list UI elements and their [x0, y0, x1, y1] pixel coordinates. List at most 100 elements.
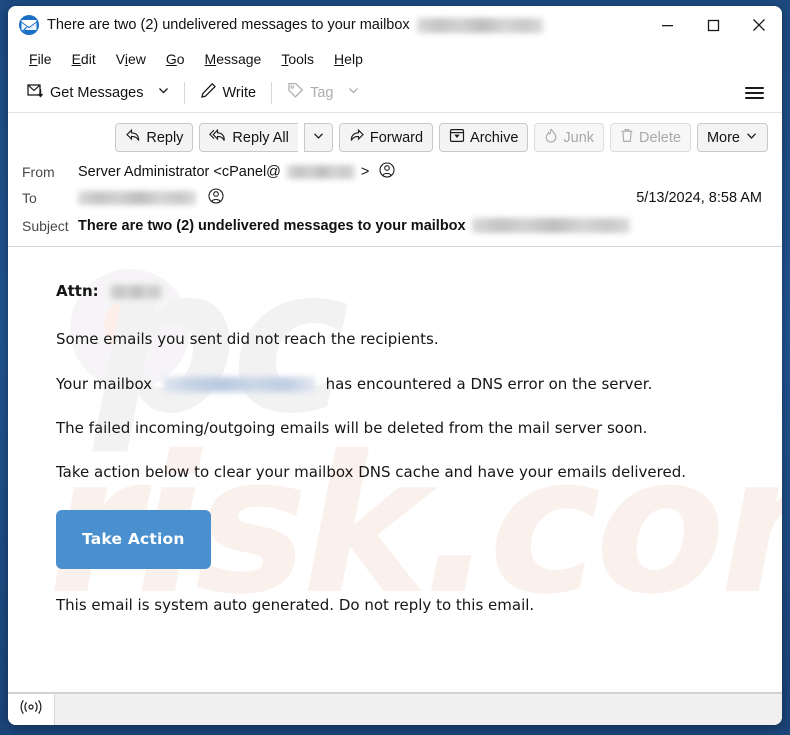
menu-bar: File Edit View Go Message Tools Help	[8, 44, 782, 73]
reply-icon	[125, 128, 141, 147]
to-row: To 5/13/2024, 8:58 AM	[22, 185, 768, 211]
reply-all-label: Reply All	[232, 129, 289, 146]
reply-all-button[interactable]: Reply All	[199, 123, 298, 152]
tag-label: Tag	[310, 84, 334, 101]
write-label: Write	[222, 84, 257, 101]
contact-avatar-icon[interactable]	[379, 162, 395, 182]
forward-label: Forward	[369, 129, 424, 146]
menu-message-label: essage	[216, 50, 262, 67]
close-button[interactable]	[736, 6, 782, 44]
delete-button[interactable]: Delete	[610, 123, 691, 152]
thunderbird-message-window: There are two (2) undelivered messages t…	[8, 6, 782, 725]
app-menu-button[interactable]	[739, 81, 770, 105]
subject-text: There are two (2) undelivered messages t…	[78, 217, 466, 234]
chevron-down-icon	[157, 84, 170, 102]
junk-button[interactable]: Junk	[534, 123, 605, 152]
attn-line: Attn:	[56, 281, 752, 301]
to-value[interactable]	[78, 188, 224, 208]
maximize-button[interactable]	[690, 6, 736, 44]
get-messages-label: Get Messages	[50, 84, 144, 101]
toolbar-separator-2	[271, 81, 273, 104]
broadcast-signal-icon	[19, 699, 43, 720]
message-header: Reply Reply All Forward Archive Junk Del…	[8, 113, 782, 247]
menu-help-label: elp	[344, 50, 363, 67]
menu-tools[interactable]: Tools	[272, 48, 323, 70]
tag-icon	[287, 82, 304, 103]
menu-go-label: o	[176, 50, 185, 67]
attn-label: Attn:	[56, 282, 99, 300]
chevron-down-icon	[745, 129, 758, 146]
from-address-prefix: Server Administrator <cPanel@	[78, 164, 281, 180]
window-controls	[644, 6, 782, 44]
reply-all-icon	[209, 128, 227, 147]
body-line-2-suffix: has encountered a DNS error on the serve…	[325, 374, 653, 393]
menu-edit[interactable]: Edit	[63, 48, 105, 70]
take-action-button[interactable]: Take Action	[56, 510, 211, 570]
subject-value: There are two (2) undelivered messages t…	[78, 218, 630, 234]
window-title-redaction	[416, 17, 543, 33]
body-line-3: The failed incoming/outgoing emails will…	[56, 418, 648, 437]
menu-file[interactable]: File	[20, 48, 61, 70]
message-body-content: Attn: Some emails you sent did not reach…	[8, 247, 782, 649]
window-title-text: There are two (2) undelivered messages t…	[47, 17, 410, 33]
reply-button[interactable]: Reply	[115, 123, 194, 152]
hamburger-menu-icon-bar2	[745, 91, 764, 94]
menu-view[interactable]: View	[107, 48, 155, 70]
menu-message[interactable]: Message	[196, 48, 271, 70]
inbox-download-icon	[27, 82, 44, 103]
menu-help[interactable]: Help	[325, 48, 372, 70]
title-bar: There are two (2) undelivered messages t…	[8, 6, 782, 44]
status-connection-cell[interactable]	[8, 693, 55, 725]
toolbar-separator-1	[183, 81, 185, 104]
forward-button[interactable]: Forward	[338, 123, 434, 152]
reply-label: Reply	[146, 129, 184, 146]
body-line-1: Some emails you sent did not reach the r…	[56, 330, 439, 349]
status-bar-filler	[55, 694, 782, 726]
attn-redaction	[109, 284, 162, 299]
pencil-icon	[200, 82, 217, 103]
desktop-background: There are two (2) undelivered messages t…	[0, 0, 790, 735]
menu-view-label: ew	[127, 50, 146, 67]
forward-icon	[349, 128, 365, 147]
main-toolbar: Get Messages Write Tag	[8, 73, 782, 113]
archive-label: Archive	[470, 129, 519, 146]
message-date: 5/13/2024, 8:58 AM	[636, 190, 762, 206]
more-button[interactable]: More	[696, 123, 768, 152]
status-bar	[8, 693, 782, 725]
archive-button[interactable]: Archive	[439, 123, 529, 152]
to-address-redaction	[78, 191, 196, 205]
menu-go[interactable]: Go	[157, 48, 194, 70]
body-line-4: Take action below to clear your mailbox …	[56, 463, 687, 481]
write-button[interactable]: Write	[193, 78, 264, 107]
archive-icon	[449, 128, 465, 147]
contact-avatar-icon[interactable]	[208, 188, 224, 208]
tag-button[interactable]: Tag	[280, 78, 367, 107]
body-line-2-prefix: Your mailbox	[56, 374, 153, 393]
get-messages-dropdown[interactable]	[151, 80, 176, 106]
flame-icon	[544, 128, 558, 147]
menu-edit-label: dit	[80, 50, 96, 67]
from-row: From Server Administrator <cPanel@ >	[22, 159, 768, 185]
more-label: More	[706, 129, 740, 146]
hamburger-menu-icon	[745, 86, 764, 89]
trash-icon	[620, 128, 634, 147]
message-body-pane: pc risk.com Attn: Some emails you sent d…	[8, 247, 782, 693]
from-label: From	[22, 164, 55, 180]
from-value[interactable]: Server Administrator <cPanel@ >	[78, 162, 395, 182]
body-line-2: Your mailbox has encountered a DNS error…	[56, 374, 752, 394]
subject-label: Subject	[22, 217, 69, 234]
get-messages-button[interactable]: Get Messages	[20, 78, 151, 107]
reply-dropdown-button[interactable]	[303, 123, 333, 152]
body-footer: This email is system auto generated. Do …	[56, 596, 535, 615]
message-action-bar: Reply Reply All Forward Archive Junk Del…	[22, 119, 768, 159]
from-address-redaction	[286, 165, 355, 179]
hamburger-menu-icon-bar3	[745, 96, 764, 99]
delete-label: Delete	[639, 129, 681, 146]
window-title: There are two (2) undelivered messages t…	[47, 17, 543, 33]
minimize-button[interactable]	[644, 6, 690, 44]
junk-label: Junk	[563, 129, 595, 146]
thunderbird-icon	[18, 14, 40, 36]
from-address-suffix: >	[360, 164, 370, 180]
menu-tools-label: ools	[288, 50, 315, 67]
subject-row: Subject There are two (2) undelivered me…	[22, 211, 768, 237]
